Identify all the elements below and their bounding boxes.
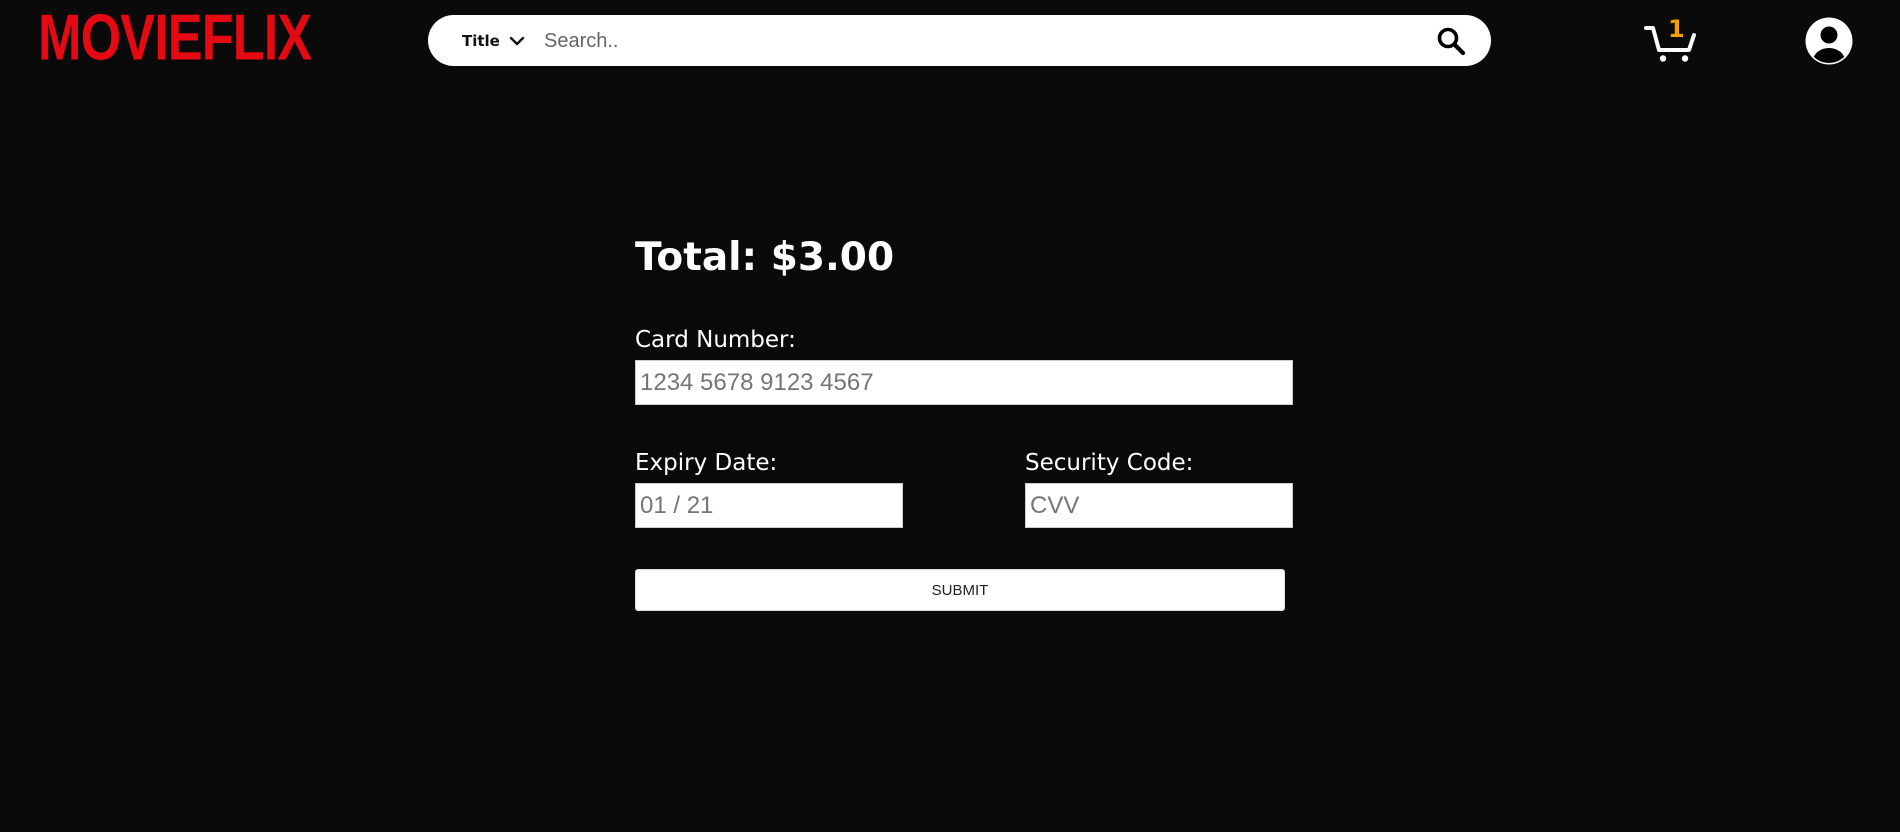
search-input[interactable]: [542, 23, 1406, 60]
cart-count-badge: 1: [1668, 15, 1685, 43]
search-icon[interactable]: [1436, 26, 1466, 56]
security-code-input[interactable]: [1025, 483, 1293, 528]
submit-button[interactable]: SUBMIT: [635, 569, 1285, 611]
chevron-down-icon: [509, 36, 525, 45]
search-bar: Title: [428, 15, 1491, 66]
card-number-label: Card Number:: [635, 327, 796, 353]
cart-button[interactable]: 1: [1644, 15, 1698, 64]
movieflix-logo[interactable]: MOVIEFLIX: [38, 2, 312, 74]
search-filter-dropdown[interactable]: Title: [462, 15, 525, 66]
top-nav: MOVIEFLIX Title 1: [0, 0, 1900, 82]
card-number-input[interactable]: [635, 360, 1293, 405]
search-filter-label: Title: [462, 31, 500, 50]
order-total: Total: $3.00: [635, 235, 895, 280]
user-avatar-icon[interactable]: [1805, 17, 1853, 65]
security-code-label: Security Code:: [1025, 450, 1194, 476]
expiry-date-input[interactable]: [635, 483, 903, 528]
expiry-date-label: Expiry Date:: [635, 450, 778, 476]
